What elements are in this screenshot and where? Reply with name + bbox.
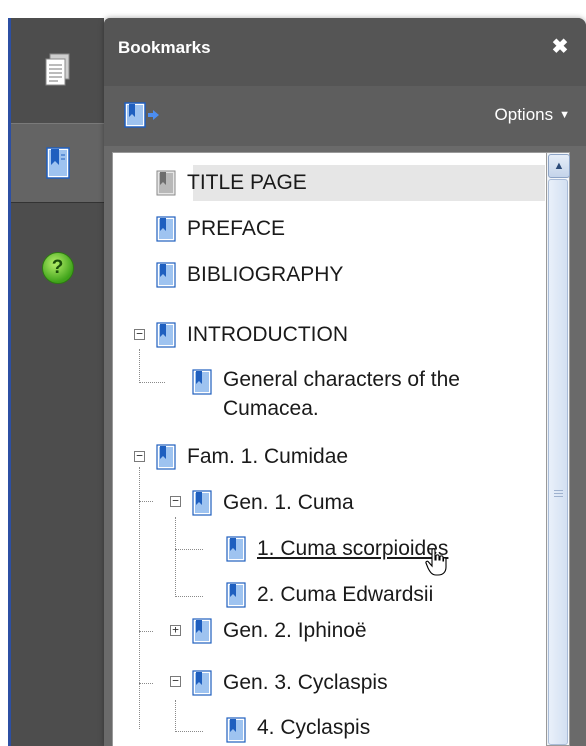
chevron-down-icon: ▼ xyxy=(559,109,570,121)
bookmarks-tab[interactable] xyxy=(11,123,104,203)
pages-icon xyxy=(45,53,69,86)
bookmark-label: 1. Cuma scorpioides xyxy=(257,537,449,560)
bookmark-label: Gen. 1. Cuma xyxy=(223,491,354,514)
bookmark-item-cuma-edwardsii[interactable]: 2. Cuma Edwardsii xyxy=(225,577,433,613)
bookmark-icon xyxy=(226,717,246,743)
bookmark-item-gen-iphinoe[interactable]: Gen. 2. Iphinoë xyxy=(191,613,367,649)
bookmark-tree: TITLE PAGE PREFACE BIBLIOGRAPHY − INTROD… xyxy=(112,152,547,746)
bookmark-icon xyxy=(156,444,176,470)
bookmark-icon xyxy=(192,670,212,696)
tree-line xyxy=(175,731,203,732)
bookmarks-panel: Bookmarks ✖ Options ▼ TITLE PAGE PREFACE… xyxy=(104,18,586,746)
tree-line xyxy=(175,549,203,550)
bookmark-icon xyxy=(156,322,176,348)
options-label: Options xyxy=(494,105,554,124)
tree-line xyxy=(139,683,153,684)
bookmark-item-gen-cuma[interactable]: Gen. 1. Cuma xyxy=(191,485,354,521)
bookmark-item-preface[interactable]: PREFACE xyxy=(155,211,285,247)
bookmark-label: Fam. 1. Cumidae xyxy=(187,445,349,468)
tree-line xyxy=(175,596,203,597)
tree-line xyxy=(139,467,140,729)
bookmark-label: Gen. 3. Cyclaspis xyxy=(223,671,388,694)
bookmark-icon xyxy=(156,216,176,242)
panel-toolbar: Options ▼ xyxy=(104,86,586,146)
tree-line xyxy=(139,631,153,632)
expand-toggle[interactable]: + xyxy=(170,624,181,636)
bookmark-icon xyxy=(192,618,212,644)
scroll-up-button[interactable]: ▲ xyxy=(548,154,570,178)
collapse-toggle[interactable]: − xyxy=(170,675,181,687)
bookmark-item-cuma-scorpioides[interactable]: 1. Cuma scorpioides xyxy=(225,531,448,567)
close-button[interactable]: ✖ xyxy=(550,36,570,58)
bookmark-label: 2. Cuma Edwardsii xyxy=(257,583,434,606)
collapse-toggle[interactable]: − xyxy=(170,495,181,507)
bookmark-icon xyxy=(156,262,176,288)
bookmark-row[interactable]: TITLE PAGE xyxy=(155,165,307,201)
collapse-toggle[interactable]: − xyxy=(134,328,145,340)
collapse-toggle[interactable]: − xyxy=(134,450,145,462)
tree-line xyxy=(175,517,176,597)
bookmark-label: BIBLIOGRAPHY xyxy=(187,263,344,286)
bookmark-label: Gen. 2. Iphinoë xyxy=(223,619,367,642)
bookmark-item-fam-cumidae[interactable]: Fam. 1. Cumidae xyxy=(155,439,348,475)
options-menu[interactable]: Options ▼ xyxy=(495,105,570,125)
bookmark-label: TITLE PAGE xyxy=(187,171,307,194)
scrollbar-thumb[interactable] xyxy=(548,179,568,745)
tree-line xyxy=(139,382,165,383)
bookmark-icon xyxy=(192,490,212,516)
bookmark-icon xyxy=(192,369,212,395)
app-window: ? Bookmarks ✖ Options ▼ TITLE PAGE PREFA… xyxy=(0,0,586,746)
pages-tab[interactable] xyxy=(11,30,104,110)
hand-pointer-icon xyxy=(425,548,447,576)
bookmark-label: PREFACE xyxy=(187,217,286,240)
expand-bookmark-icon[interactable] xyxy=(124,102,160,128)
bookmark-item-introduction[interactable]: INTRODUCTION xyxy=(155,317,348,353)
bookmark-item-gen-cyclaspis[interactable]: Gen. 3. Cyclaspis xyxy=(191,665,388,701)
tree-line xyxy=(175,700,176,732)
bookmark-icon xyxy=(45,147,70,179)
scrollbar-grip-icon xyxy=(554,490,563,499)
bookmark-icon xyxy=(226,536,246,562)
tree-line xyxy=(139,501,153,502)
tree-line xyxy=(139,349,140,383)
bookmark-label: 4. Cyclaspis longicaudata xyxy=(257,716,376,746)
bookmark-item-general-characters[interactable]: General characters of the Cumacea. xyxy=(191,365,523,435)
bookmark-gray-icon xyxy=(156,170,176,196)
panel-header: Bookmarks ✖ xyxy=(104,18,586,86)
bookmark-label: INTRODUCTION xyxy=(187,323,348,346)
help-icon: ? xyxy=(41,252,74,284)
bookmark-label: General characters of the Cumacea. xyxy=(223,368,460,420)
navigation-strip: ? xyxy=(8,18,104,746)
vertical-scrollbar[interactable]: ▲ xyxy=(546,152,570,746)
bookmark-item-bibliography[interactable]: BIBLIOGRAPHY xyxy=(155,257,343,293)
bookmark-icon xyxy=(226,582,246,608)
help-tab[interactable]: ? xyxy=(11,233,104,303)
panel-title: Bookmarks xyxy=(118,38,211,57)
bookmark-item-cyclaspis-longicaudata[interactable]: 4. Cyclaspis longicaudata xyxy=(225,713,477,746)
